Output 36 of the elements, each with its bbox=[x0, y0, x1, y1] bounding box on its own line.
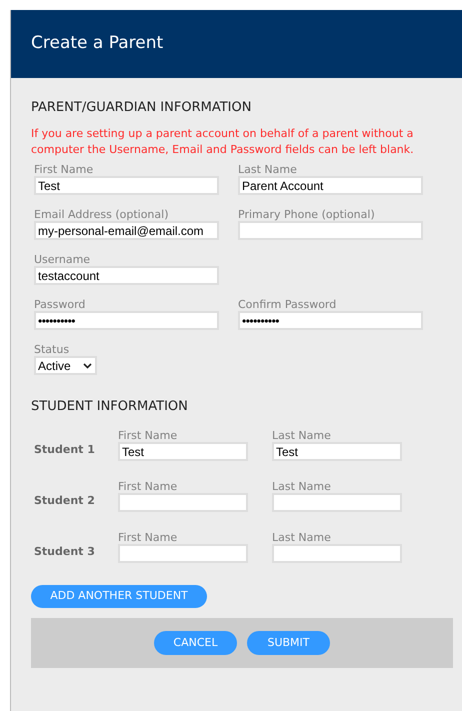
field-label: Primary Phone (optional) bbox=[238, 208, 376, 221]
student-label: Student 3 bbox=[34, 544, 96, 560]
input-field[interactable] bbox=[238, 221, 423, 240]
field-label: Last Name bbox=[272, 480, 332, 493]
field-label: First Name bbox=[118, 531, 178, 544]
input-field[interactable] bbox=[272, 493, 402, 512]
field-label: Last Name bbox=[272, 531, 332, 544]
field-label: Username bbox=[34, 253, 92, 266]
section-heading: PARENT/GUARDIAN INFORMATION bbox=[31, 100, 252, 116]
field-label: First Name bbox=[118, 480, 178, 493]
input-field[interactable] bbox=[118, 544, 248, 563]
input-field[interactable]: Test bbox=[34, 176, 219, 195]
field-label: First Name bbox=[34, 163, 94, 176]
input-field[interactable]: Test bbox=[272, 442, 402, 461]
input-field[interactable]: Test bbox=[118, 442, 248, 461]
student-label: Student 1 bbox=[34, 442, 96, 458]
section-heading: STUDENT INFORMATION bbox=[31, 399, 189, 415]
status-dropdown[interactable]: Active bbox=[34, 356, 97, 375]
password-field[interactable]: •••••••••• bbox=[238, 311, 423, 330]
field-label: Status bbox=[34, 343, 70, 356]
student-label: Student 2 bbox=[34, 492, 96, 508]
input-field[interactable] bbox=[272, 544, 402, 563]
field-label: Last Name bbox=[272, 429, 332, 442]
notice-text: If you are setting up a parent account on behalf of a parent without a computer the Username, Email and Password fields can be left blank. bbox=[31, 126, 415, 158]
field-label: Last Name bbox=[238, 163, 298, 176]
field-label: Password bbox=[34, 298, 86, 311]
input-field[interactable]: my-personal-email@email.com bbox=[34, 221, 219, 240]
input-field[interactable]: testaccount bbox=[34, 266, 219, 285]
field-label: Email Address (optional) bbox=[34, 208, 170, 221]
page-title: Create a Parent bbox=[31, 32, 164, 56]
chevron-down-icon bbox=[83, 362, 92, 368]
input-field[interactable] bbox=[118, 493, 248, 512]
input-field[interactable]: Parent Account bbox=[238, 176, 423, 195]
field-label: Confirm Password bbox=[238, 298, 338, 311]
password-field[interactable]: •••••••••• bbox=[34, 311, 219, 330]
field-label: First Name bbox=[118, 429, 178, 442]
